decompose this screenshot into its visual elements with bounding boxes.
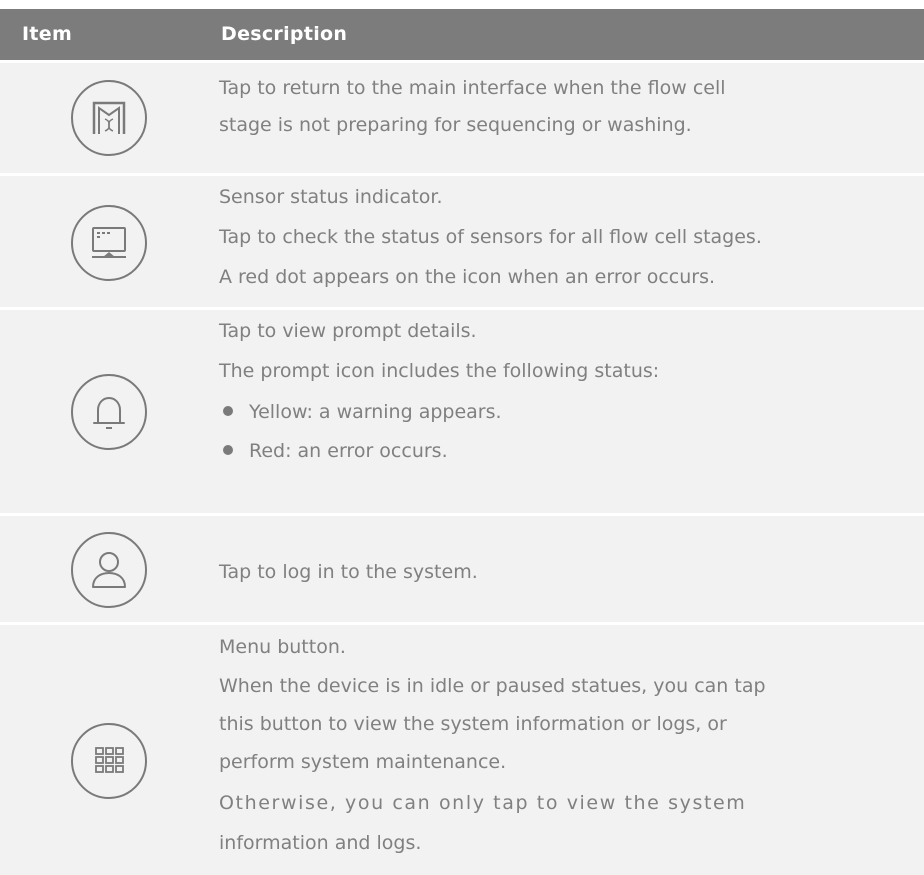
bullet-text: Red: an error occurs. [249,440,448,462]
description-line: Tap to log in to the system. [219,561,478,583]
bullet-text: Yellow: a warning appears. [249,401,502,423]
description-line: stage is not preparing for sequencing or… [219,114,692,136]
sensor-monitor-icon [70,204,148,282]
table-row: Menu button. When the device is in idle … [0,625,924,875]
header-description: Description [221,23,348,45]
user-icon [70,531,148,609]
description-line: Tap to view prompt details. [219,320,477,342]
description-line: Sensor status indicator. [219,186,443,208]
description-line: When the device is in idle or paused sta… [219,675,766,697]
icon-description-table: Item Description Tap to return to the ma… [0,9,924,875]
description-line: perform system maintenance. [219,751,507,773]
table-row: Tap to return to the main interface when… [0,63,924,176]
grid-menu-icon [70,722,148,800]
table-row: Tap to log in to the system. [0,516,924,625]
description-line: Menu button. [219,636,346,658]
header-item: Item [22,23,73,45]
list-item: Yellow: a warning appears. [219,399,502,425]
home-logo-icon [70,79,148,157]
bell-icon [70,373,148,451]
bullet-icon [223,406,233,416]
description-line: Otherwise, you can only tap to view the … [219,792,747,814]
table-row: Sensor status indicator. Tap to check th… [0,176,924,310]
table-row: Tap to view prompt details. The prompt i… [0,310,924,516]
description-line: Tap to return to the main interface when… [219,77,726,99]
description-line: this button to view the system informati… [219,713,727,735]
description-line: A red dot appears on the icon when an er… [219,266,716,288]
list-item: Red: an error occurs. [219,438,448,464]
description-line: information and logs. [219,832,422,854]
table-header: Item Description [0,9,924,63]
description-line: Tap to check the status of sensors for a… [219,226,762,248]
description-line: The prompt icon includes the following s… [219,360,660,382]
bullet-icon [223,445,233,455]
